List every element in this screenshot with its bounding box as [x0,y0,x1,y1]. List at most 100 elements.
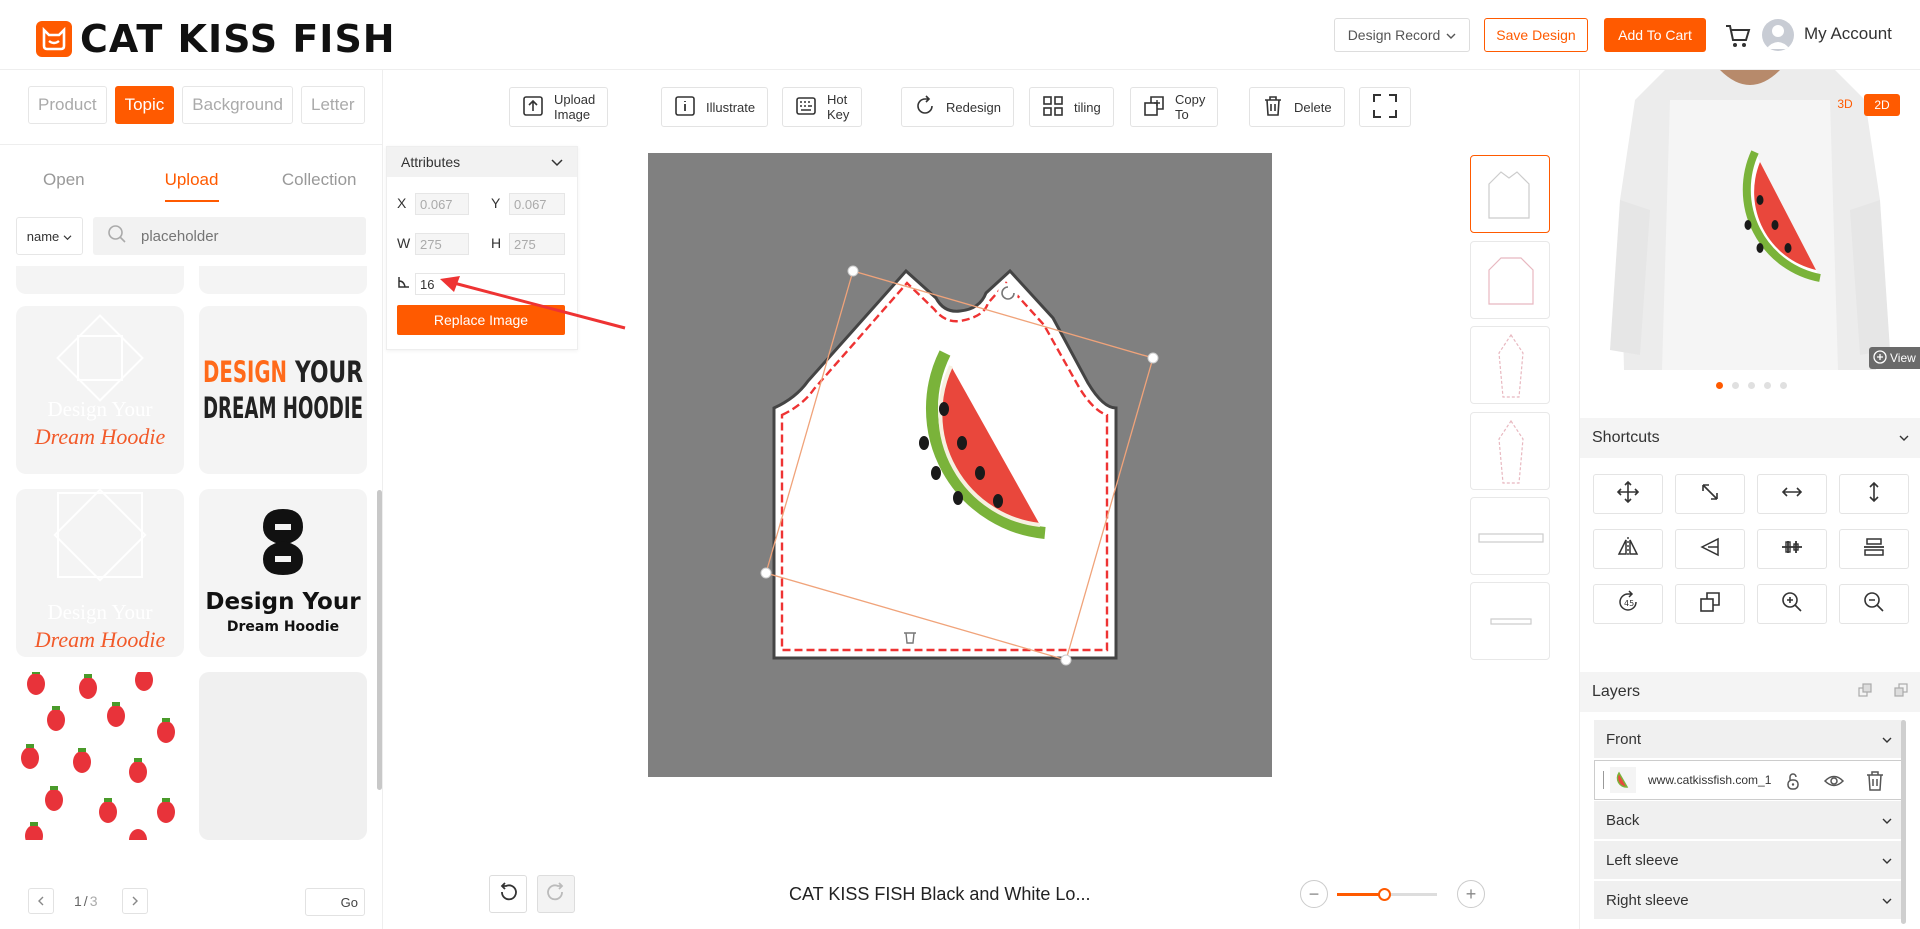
layer-group-right-sleeve[interactable]: Right sleeve [1594,881,1904,919]
bring-forward-icon[interactable] [1857,682,1873,703]
x-field[interactable]: 0.067 [415,193,469,215]
hot-key-button[interactable]: Hot Key [782,87,863,127]
attributes-header[interactable]: Attributes [387,147,577,177]
undo-button[interactable] [489,875,527,913]
horizontal-stretch-button[interactable] [1757,474,1827,514]
zoom-out-button[interactable]: − [1300,880,1328,908]
tab-upload[interactable]: Upload [128,170,256,202]
layer-group-label: Front [1606,730,1642,748]
delete-button[interactable]: Delete [1249,87,1345,127]
carousel-dot[interactable] [1764,382,1771,389]
go-page-input[interactable]: Go [305,888,365,916]
panel-thumb-cuff[interactable] [1470,497,1550,575]
sort-select[interactable]: name [16,217,83,255]
carousel-dot[interactable] [1732,382,1739,389]
copy-to-button[interactable]: Copy To [1130,87,1219,127]
design-record-dropdown[interactable]: Design Record [1334,18,1470,52]
redo-button[interactable] [537,875,575,913]
lock-icon[interactable] [1783,771,1803,796]
zoom-slider[interactable] [1337,888,1437,901]
layer-group-front[interactable]: Front [1594,720,1904,758]
tab-open[interactable]: Open [0,170,128,202]
asset-tile[interactable]: DESIGN YOUR DREAM HOODIE [199,306,367,474]
tab-product[interactable]: Product [28,86,107,124]
illustrate-button[interactable]: Illustrate [661,87,769,127]
my-account-link[interactable]: My Account [1804,24,1892,44]
zoom-in-button[interactable]: + [1457,880,1485,908]
carousel-dot[interactable] [1748,382,1755,389]
eye-icon[interactable] [1823,771,1845,796]
drag-handle[interactable] [1603,771,1604,789]
next-page-button[interactable] [122,888,148,914]
shortcuts-header[interactable]: Shortcuts [1580,418,1920,458]
asset-tile[interactable] [16,672,184,840]
vertical-stretch-button[interactable] [1839,474,1909,514]
duplicate-button[interactable] [1675,584,1745,624]
diagonal-resize-button[interactable] [1675,474,1745,514]
panel-thumb-front[interactable] [1470,155,1550,233]
add-to-cart-button[interactable]: Add To Cart [1604,18,1706,52]
asset-tile[interactable]: Design Your Dream Hoodie [199,489,367,657]
asset-tile[interactable] [199,266,367,294]
flip-vertical-icon [1698,535,1722,564]
avatar-icon[interactable] [1762,19,1794,51]
trash-icon[interactable] [1865,770,1885,797]
rotate-handle-icon[interactable] [998,283,1018,303]
cat-logo-icon [36,21,72,57]
panel-thumb-back[interactable] [1470,241,1550,319]
asset-tile[interactable]: Design Your Dream Hoodie [16,306,184,474]
mode-3d-button[interactable]: 3D [1828,94,1862,114]
redesign-button[interactable]: Redesign [901,87,1014,127]
view-button[interactable]: View [1869,347,1920,369]
send-backward-icon[interactable] [1893,682,1909,703]
prev-page-button[interactable] [28,888,54,914]
cart-icon[interactable] [1724,22,1752,50]
upload-image-button[interactable]: Upload Image [509,87,609,127]
panel-thumb-left-sleeve[interactable] [1470,326,1550,404]
tab-topic[interactable]: Topic [114,86,175,124]
copy-to-label: Copy To [1175,92,1206,122]
panel-thumb-right-sleeve[interactable] [1470,412,1550,490]
layer-group-back[interactable]: Back [1594,801,1904,839]
layer-item[interactable]: www.catkissfish.com_1 [1594,760,1904,800]
right-scrollbar[interactable] [1901,720,1906,924]
tab-letter[interactable]: Letter [301,86,365,124]
mode-2d-button[interactable]: 2D [1864,94,1900,116]
height-field[interactable]: 275 [509,233,565,255]
asset-grid: Design Your Dream Hoodie DESIGN YOUR DRE… [0,266,376,846]
zoom-slider-handle[interactable] [1378,888,1391,901]
keyboard-icon [795,95,817,120]
tile-graphic: Design Your Dream Hoodie [34,314,166,449]
asset-tile[interactable] [199,672,367,840]
left-scrollbar[interactable] [377,490,382,790]
tiling-button[interactable]: tiling [1029,87,1114,127]
zoom-out-shortcut-button[interactable] [1839,584,1909,624]
move-button[interactable] [1593,474,1663,514]
panel-thumb-hem[interactable] [1470,582,1550,660]
design-canvas[interactable] [648,153,1272,777]
go-button[interactable]: Go [341,895,358,910]
layer-group-left-sleeve[interactable]: Left sleeve [1594,841,1904,879]
delete-handle-icon[interactable] [901,628,919,646]
asset-tile[interactable]: Design Your Dream Hoodie [16,489,184,657]
carousel-dot[interactable] [1780,382,1787,389]
save-design-button[interactable]: Save Design [1484,18,1588,52]
align-middle-button[interactable] [1839,529,1909,569]
zoom-in-shortcut-button[interactable] [1757,584,1827,624]
source-tabs: Open Upload Collection [0,170,383,202]
carousel-dot[interactable] [1716,382,1723,389]
search-input[interactable] [141,227,341,245]
layer-group-label: Right sleeve [1606,891,1689,909]
upload-image-label: Upload Image [554,92,596,122]
fullscreen-button[interactable] [1359,87,1411,127]
y-field[interactable]: 0.067 [509,193,565,215]
tab-background[interactable]: Background [182,86,294,124]
width-field[interactable]: 275 [415,233,469,255]
logo[interactable]: CAT KISS FISH [36,17,396,61]
align-center-button[interactable] [1757,529,1827,569]
flip-vertical-button[interactable] [1675,529,1745,569]
rotate-45-button[interactable]: 45 [1593,584,1663,624]
tab-collection[interactable]: Collection [255,170,383,202]
asset-tile[interactable] [16,266,184,294]
flip-horizontal-button[interactable] [1593,529,1663,569]
